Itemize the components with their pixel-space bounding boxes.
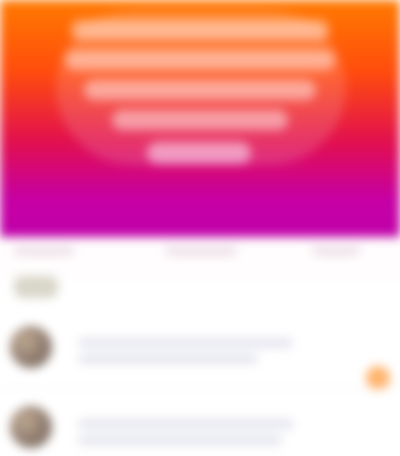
- feed-item-1[interactable]: [0, 318, 400, 390]
- tab-3[interactable]: [312, 247, 360, 255]
- feed-item-title: [78, 338, 293, 348]
- avatar: [10, 326, 52, 368]
- tab-1[interactable]: [14, 247, 74, 255]
- app-screen: [0, 0, 400, 456]
- small-thumbnail-icon: [14, 276, 58, 298]
- tab-2[interactable]: [165, 247, 237, 255]
- hero-line-3: [84, 80, 316, 100]
- tab-bar: [0, 237, 400, 281]
- hero-cta-button[interactable]: [147, 142, 251, 164]
- feed-item-title: [78, 419, 294, 429]
- hero-line-1: [71, 20, 329, 40]
- feed-item-subtitle: [78, 354, 258, 364]
- feed-item-2[interactable]: [0, 398, 400, 456]
- divider: [0, 388, 400, 389]
- hero-line-2: [65, 50, 335, 70]
- avatar: [10, 406, 52, 448]
- hero-banner: [0, 0, 400, 237]
- feed-item-subtitle: [78, 435, 282, 445]
- action-icon[interactable]: [366, 366, 390, 390]
- hero-line-4: [112, 110, 288, 130]
